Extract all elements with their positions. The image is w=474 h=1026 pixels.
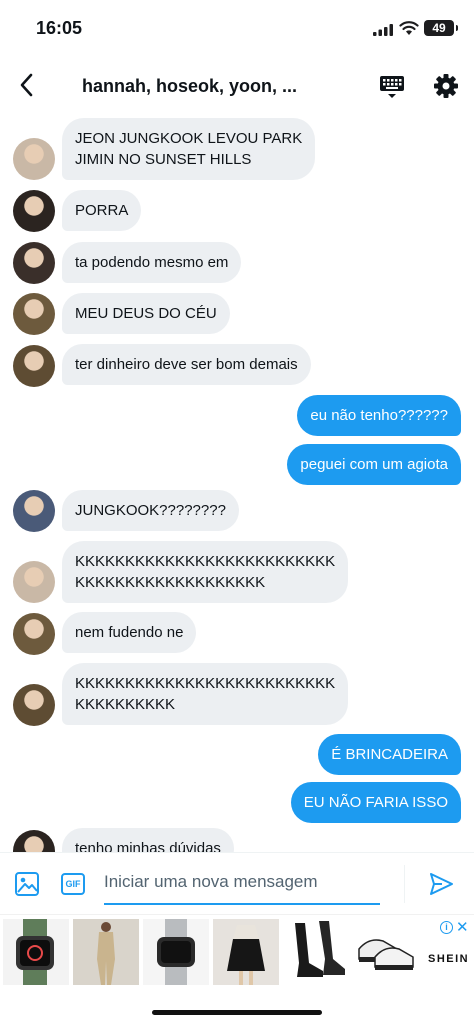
avatar[interactable] <box>13 613 55 655</box>
message-bubble-outgoing[interactable]: eu não tenho?????? <box>297 395 461 436</box>
cellular-signal-icon <box>373 24 393 36</box>
back-arrow-icon[interactable] <box>14 70 40 100</box>
message-bubble-incoming[interactable]: tenho minhas dúvidas <box>62 828 234 852</box>
avatar[interactable] <box>13 242 55 284</box>
message-bubble-incoming[interactable]: JEON JUNGKOOK LEVOU PARK JIMIN NO SUNSET… <box>62 118 316 180</box>
avatar[interactable] <box>13 490 55 532</box>
ad-product-sneakers[interactable] <box>353 919 419 985</box>
avatar[interactable] <box>13 684 55 726</box>
message-bubble-incoming[interactable]: KKKKKKKKKKKKKKKKKKKKKKKKKK KKKKKKKKKKKKK… <box>62 541 349 603</box>
avatar[interactable] <box>13 345 55 387</box>
status-bar: 16:05 49 <box>0 0 474 56</box>
conversation-title[interactable]: hannah, hoseok, yoon, ... <box>82 76 332 97</box>
image-icon[interactable] <box>14 871 40 897</box>
avatar[interactable] <box>13 138 55 180</box>
send-icon[interactable] <box>428 871 454 897</box>
avatar[interactable] <box>13 293 55 335</box>
message-bubble-outgoing[interactable]: peguei com um agiota <box>287 444 461 485</box>
status-time: 16:05 <box>36 18 83 38</box>
message-bubble-incoming[interactable]: PORRA <box>62 190 142 231</box>
message-bubble-incoming[interactable]: ter dinheiro deve ser bom demais <box>62 344 311 385</box>
message-bubble-outgoing[interactable]: EU NÃO FARIA ISSO <box>290 782 461 823</box>
ad-product-smartwatch[interactable] <box>3 919 69 985</box>
ad-product-thigh-boots[interactable] <box>283 919 349 985</box>
gif-icon[interactable]: GIF <box>61 873 85 895</box>
ad-product-jumpsuit[interactable] <box>73 919 139 985</box>
message-bubble-incoming[interactable]: KKKKKKKKKKKKKKKKKKKKKKKKKK KKKKKKKKKK <box>62 663 349 725</box>
wifi-icon <box>399 21 419 35</box>
message-bubble-outgoing[interactable]: É BRINCADEIRA <box>318 734 461 775</box>
close-icon[interactable]: ✕ <box>456 918 469 936</box>
avatar[interactable] <box>13 561 55 603</box>
conversation-header: hannah, hoseok, yoon, ... <box>0 56 474 116</box>
ad-brand-label[interactable]: SHEIN <box>428 953 469 965</box>
ad-product-watch-band[interactable] <box>143 919 209 985</box>
gear-icon[interactable] <box>432 72 460 100</box>
message-list[interactable]: JEON JUNGKOOK LEVOU PARK JIMIN NO SUNSET… <box>0 116 474 852</box>
ad-product-leather-skirt[interactable] <box>213 919 279 985</box>
battery-indicator: 49 <box>424 20 458 36</box>
composer-divider <box>404 865 405 903</box>
ad-banner[interactable]: i ✕ SHEIN <box>0 914 474 1002</box>
message-input[interactable] <box>104 861 380 905</box>
message-composer: GIF <box>0 852 474 914</box>
message-bubble-incoming[interactable]: nem fudendo ne <box>62 612 197 653</box>
home-indicator[interactable] <box>152 1010 322 1015</box>
avatar[interactable] <box>13 190 55 232</box>
ad-info-icon[interactable]: i <box>440 921 453 934</box>
message-bubble-incoming[interactable]: MEU DEUS DO CÉU <box>62 293 230 334</box>
avatar[interactable] <box>13 830 55 852</box>
message-bubble-incoming[interactable]: JUNGKOOK???????? <box>62 490 239 531</box>
keyboard-icon[interactable] <box>378 72 406 100</box>
message-bubble-incoming[interactable]: ta podendo mesmo em <box>62 242 242 283</box>
